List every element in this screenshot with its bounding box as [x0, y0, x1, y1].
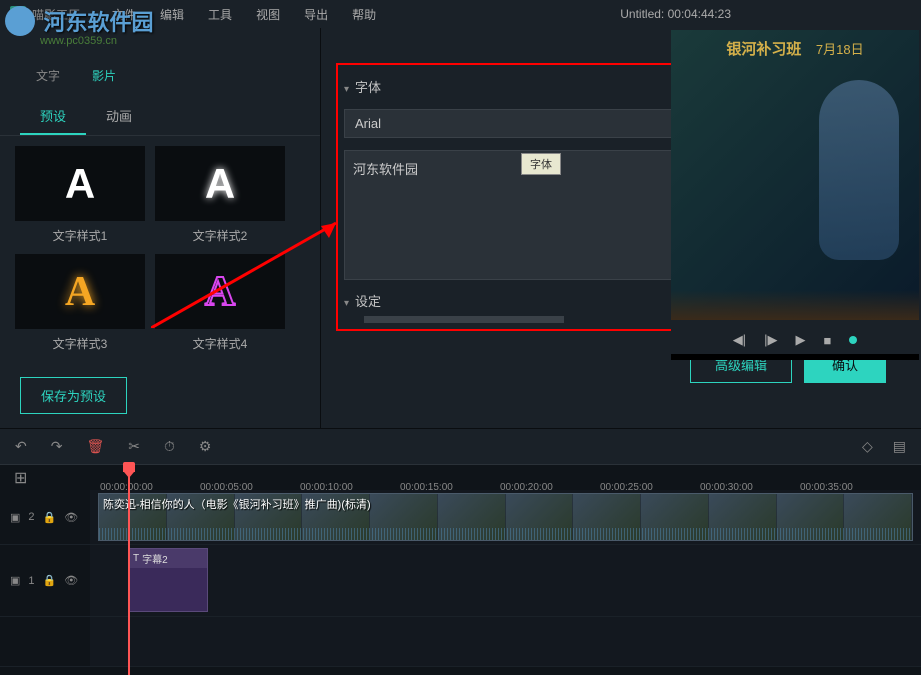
timeline-toolbar: ↶ ↷ 🗑 ✂ ⏱ ⚙ ◇ ▤ [0, 428, 921, 464]
add-track-button[interactable]: ⊞ [0, 468, 90, 488]
preset-style-3[interactable]: A 文字样式3 [15, 254, 145, 352]
document-title: Untitled: 00:04:44:23 [620, 7, 731, 21]
sub-tab-preset[interactable]: 预设 [20, 98, 86, 135]
save-preset-button[interactable]: 保存为预设 [20, 377, 127, 414]
menu-file[interactable]: 文件 [100, 6, 148, 23]
eye-icon[interactable]: 👁 [64, 511, 78, 524]
redo-button[interactable]: ↷ [51, 438, 63, 455]
app-name: 喵影工厂 [32, 6, 80, 23]
menu-export[interactable]: 导出 [292, 6, 340, 23]
play-button[interactable]: ▶ [795, 332, 805, 348]
menu-tools[interactable]: 工具 [196, 6, 244, 23]
marker-button[interactable]: ◇ [862, 438, 873, 455]
undo-button[interactable]: ↶ [15, 438, 27, 455]
font-tooltip: 字体 [521, 153, 561, 175]
player-controls: ◀| |▶ ▶ ■ [671, 320, 919, 354]
speed-button[interactable]: ⏱ [164, 438, 175, 455]
menu-edit[interactable]: 编辑 [148, 6, 196, 23]
media-tab-text[interactable]: 文字 [20, 63, 76, 88]
video-clip-label: 陈奕迅-相信你的人（电影《银河补习班》推广曲)(标清) [103, 496, 371, 512]
text-track-row: ▣ 1 🔒 👁 T 字幕2 [0, 545, 921, 617]
tracks-button[interactable]: ▤ [893, 438, 906, 455]
text-clip[interactable]: T 字幕2 [128, 548, 208, 612]
audio-waveform [99, 528, 912, 540]
preset-style-1[interactable]: A 文字样式1 [15, 146, 145, 244]
playhead[interactable] [128, 465, 130, 675]
lock-icon[interactable]: 🔒 [43, 511, 57, 524]
app-logo-icon [10, 6, 26, 22]
horizontal-scrollbar[interactable] [364, 316, 564, 323]
delete-button[interactable]: 🗑 [86, 438, 104, 455]
preview-title-text: 银河补习班 [726, 41, 801, 58]
preset-style-2[interactable]: A 文字样式2 [155, 146, 285, 244]
settings-button[interactable]: ⚙ [199, 438, 212, 455]
media-tab-video[interactable]: 影片 [76, 63, 132, 88]
preset-panel: 文字 影片 预设 动画 A 文字样式1 A 文字样式2 A 文字样式3 A 文字… [0, 28, 320, 428]
video-clip[interactable]: 陈奕迅-相信你的人（电影《银河补习班》推广曲)(标清) [98, 493, 913, 541]
menu-help[interactable]: 帮助 [340, 6, 388, 23]
video-track-row: ▣ 2 🔒 👁 陈奕迅-相信你的人（电影《银河补习班》推广曲)(标清) [0, 490, 921, 545]
next-frame-button[interactable]: |▶ [764, 332, 777, 348]
preview-figure [819, 80, 899, 260]
track-type-icon: ▣ [10, 574, 20, 587]
sub-tab-animation[interactable]: 动画 [86, 98, 152, 135]
cut-button[interactable]: ✂ [128, 438, 140, 455]
menu-view[interactable]: 视图 [244, 6, 292, 23]
eye-icon[interactable]: 👁 [64, 574, 78, 587]
preview-viewport[interactable]: 银河补习班 7月18日 [671, 30, 919, 320]
preview-date-text: 7月18日 [816, 42, 864, 57]
text-track-header[interactable]: ▣ 1 🔒 👁 [0, 545, 90, 616]
timeline-tracks: ▣ 2 🔒 👁 陈奕迅-相信你的人（电影《银河补习班》推广曲)(标清) ▣ 1 … [0, 490, 921, 670]
record-indicator[interactable] [849, 336, 857, 344]
lock-icon[interactable]: 🔒 [43, 574, 57, 587]
track-type-icon: ▣ [10, 511, 20, 524]
empty-track-row [0, 617, 921, 667]
text-clip-icon: T [133, 553, 139, 564]
prev-frame-button[interactable]: ◀| [733, 332, 746, 348]
stop-button[interactable]: ■ [823, 333, 831, 348]
preset-style-4[interactable]: A 文字样式4 [155, 254, 285, 352]
timeline-ruler[interactable]: ⊞ 00:00:00:00 00:00:05:00 00:00:10:00 00… [0, 464, 921, 490]
text-clip-label: 字幕2 [142, 551, 168, 566]
preview-panel: 银河补习班 7月18日 ◀| |▶ ▶ ■ [671, 30, 919, 360]
menu-bar: 喵影工厂 文件 编辑 工具 视图 导出 帮助 Untitled: 00:04:4… [0, 0, 921, 28]
video-track-header[interactable]: ▣ 2 🔒 👁 [0, 490, 90, 544]
